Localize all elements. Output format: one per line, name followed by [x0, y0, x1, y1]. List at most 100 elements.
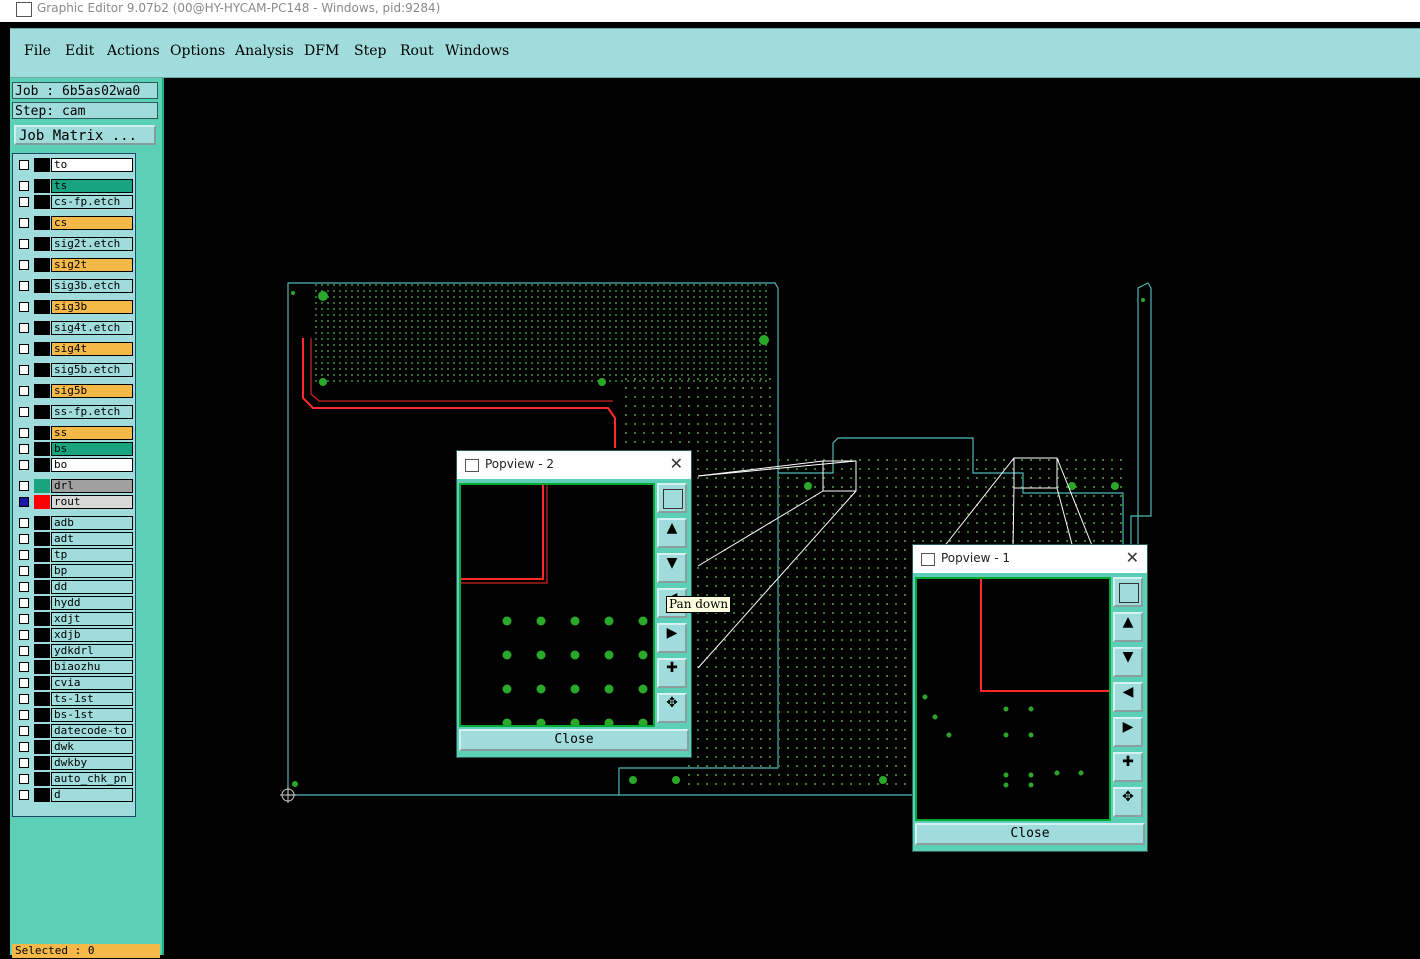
menu-dfm[interactable]: DFM	[304, 43, 339, 59]
menu-step[interactable]: Step	[354, 43, 386, 59]
layer-name[interactable]: cs-fp.etch	[51, 195, 133, 209]
layer-color-swatch[interactable]	[34, 279, 50, 293]
layer-checkbox[interactable]	[19, 407, 29, 417]
popview-2-view[interactable]	[459, 483, 655, 728]
layer-color-swatch[interactable]	[34, 612, 50, 626]
layer-row[interactable]: tp	[15, 548, 133, 562]
layer-name[interactable]: ss-fp.etch	[51, 405, 133, 419]
layer-name[interactable]: d	[51, 788, 133, 802]
layer-name[interactable]: sig3b.etch	[51, 279, 133, 293]
layer-name[interactable]: sig5b	[51, 384, 133, 398]
layer-name[interactable]: cvia	[51, 676, 133, 690]
layer-color-swatch[interactable]	[34, 628, 50, 642]
popview-2-close-button[interactable]: Close	[459, 729, 689, 751]
layer-color-swatch[interactable]	[34, 596, 50, 610]
layer-row[interactable]: ss-fp.etch	[15, 405, 133, 419]
layer-row[interactable]: to	[15, 158, 133, 172]
layer-color-swatch[interactable]	[34, 237, 50, 251]
layer-row[interactable]: hydd	[15, 596, 133, 610]
layer-name[interactable]: sig5b.etch	[51, 363, 133, 377]
layer-name[interactable]: cs	[51, 216, 133, 230]
layer-name[interactable]: dd	[51, 580, 133, 594]
layer-row[interactable]: cvia	[15, 676, 133, 690]
layer-name[interactable]: ts-1st	[51, 692, 133, 706]
menu-options[interactable]: Options	[170, 43, 225, 59]
zoom-out-button[interactable]: ✥	[1113, 787, 1143, 817]
layer-row[interactable]: auto_chk_pn	[15, 772, 133, 786]
layer-checkbox[interactable]	[19, 518, 29, 528]
layer-checkbox[interactable]	[19, 694, 29, 704]
layer-color-swatch[interactable]	[34, 479, 50, 493]
pan-down-button[interactable]: ▼	[657, 553, 687, 583]
layer-color-swatch[interactable]	[34, 708, 50, 722]
layer-color-swatch[interactable]	[34, 788, 50, 802]
layer-checkbox[interactable]	[19, 678, 29, 688]
layer-name[interactable]: biaozhu	[51, 660, 133, 674]
layer-row[interactable]: cs	[15, 216, 133, 230]
layer-row[interactable]: rout	[15, 495, 133, 509]
layer-row[interactable]: cs-fp.etch	[15, 195, 133, 209]
layer-color-swatch[interactable]	[34, 532, 50, 546]
layer-row[interactable]: ydkdrl	[15, 644, 133, 658]
layer-checkbox[interactable]	[19, 344, 29, 354]
menu-actions[interactable]: Actions	[107, 43, 160, 59]
layer-name[interactable]: bs-1st	[51, 708, 133, 722]
layer-row[interactable]: ts	[15, 179, 133, 193]
layer-checkbox[interactable]	[19, 323, 29, 333]
layer-checkbox[interactable]	[19, 790, 29, 800]
layer-color-swatch[interactable]	[34, 363, 50, 377]
layer-row[interactable]: bo	[15, 458, 133, 472]
layer-checkbox[interactable]	[19, 481, 29, 491]
layer-checkbox[interactable]	[19, 428, 29, 438]
layer-checkbox[interactable]	[19, 758, 29, 768]
layer-name[interactable]: auto_chk_pn	[51, 772, 133, 786]
layer-color-swatch[interactable]	[34, 676, 50, 690]
layer-checkbox[interactable]	[19, 614, 29, 624]
layer-checkbox[interactable]	[19, 598, 29, 608]
layer-row[interactable]: bs-1st	[15, 708, 133, 722]
layer-checkbox[interactable]	[19, 365, 29, 375]
layer-color-swatch[interactable]	[34, 158, 50, 172]
layer-color-swatch[interactable]	[34, 258, 50, 272]
layer-color-swatch[interactable]	[34, 405, 50, 419]
layer-color-swatch[interactable]	[34, 384, 50, 398]
layer-name[interactable]: bs	[51, 442, 133, 456]
layer-name[interactable]: adb	[51, 516, 133, 530]
layer-name[interactable]: hydd	[51, 596, 133, 610]
layer-color-swatch[interactable]	[34, 216, 50, 230]
layer-checkbox[interactable]	[19, 218, 29, 228]
layer-color-swatch[interactable]	[34, 495, 50, 509]
layer-row[interactable]: sig2t.etch	[15, 237, 133, 251]
layer-name[interactable]: sig4t.etch	[51, 321, 133, 335]
zoom-out-button[interactable]: ✥	[657, 693, 687, 723]
layer-row[interactable]: dwk	[15, 740, 133, 754]
layer-name[interactable]: dwk	[51, 740, 133, 754]
zoom-home-button[interactable]	[1113, 577, 1143, 607]
layer-row[interactable]: adb	[15, 516, 133, 530]
pan-down-button[interactable]: ▼	[1113, 647, 1143, 677]
layer-name[interactable]: bo	[51, 458, 133, 472]
layer-color-swatch[interactable]	[34, 564, 50, 578]
layer-row[interactable]: d	[15, 788, 133, 802]
layer-checkbox[interactable]	[19, 281, 29, 291]
layer-color-swatch[interactable]	[34, 300, 50, 314]
layer-color-swatch[interactable]	[34, 740, 50, 754]
layer-color-swatch[interactable]	[34, 644, 50, 658]
layer-name[interactable]: adt	[51, 532, 133, 546]
layer-color-swatch[interactable]	[34, 692, 50, 706]
layer-checkbox[interactable]	[19, 460, 29, 470]
layer-color-swatch[interactable]	[34, 179, 50, 193]
zoom-in-button[interactable]: ✚	[657, 658, 687, 688]
layer-name[interactable]: drl	[51, 479, 133, 493]
layer-row[interactable]: ss	[15, 426, 133, 440]
layer-row[interactable]: xdjt	[15, 612, 133, 626]
popview-1-view[interactable]	[915, 577, 1111, 821]
graphic-canvas[interactable]	[163, 78, 1420, 955]
layer-color-swatch[interactable]	[34, 724, 50, 738]
layer-checkbox[interactable]	[19, 566, 29, 576]
layer-color-swatch[interactable]	[34, 342, 50, 356]
layer-name[interactable]: dwkby	[51, 756, 133, 770]
layer-color-swatch[interactable]	[34, 195, 50, 209]
layer-name[interactable]: sig4t	[51, 342, 133, 356]
layer-color-swatch[interactable]	[34, 426, 50, 440]
